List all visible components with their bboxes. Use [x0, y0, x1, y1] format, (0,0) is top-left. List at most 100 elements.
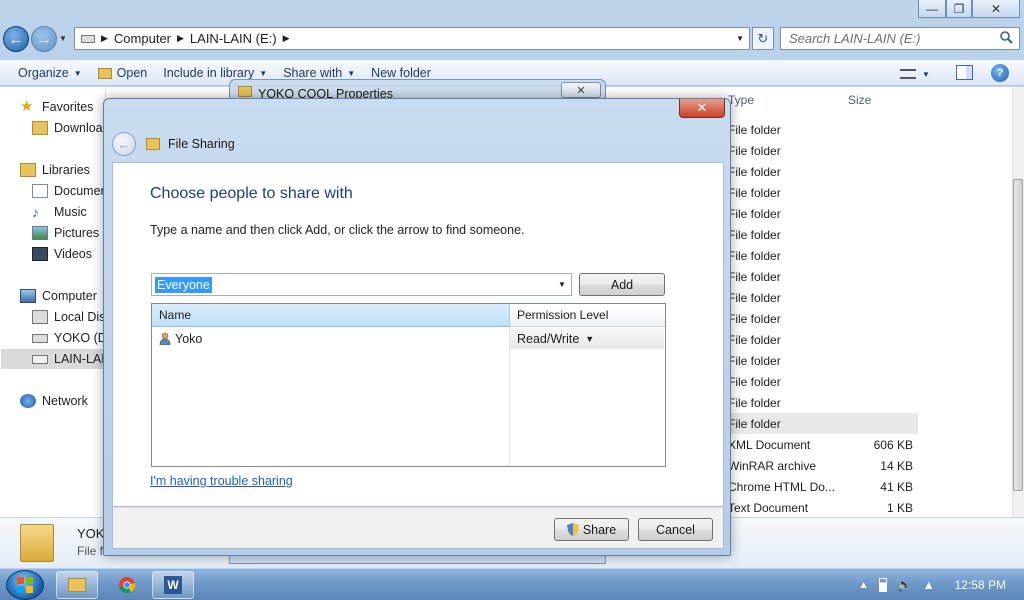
volume-icon[interactable]: 🔈	[897, 577, 913, 593]
breadcrumb-drive[interactable]: LAIN-LAIN (E:)	[190, 31, 277, 46]
user-name: Yoko	[175, 331, 203, 346]
column-size[interactable]: Size	[848, 93, 871, 107]
details-name: YOK	[77, 526, 105, 541]
file-row[interactable]: File folder	[728, 245, 918, 266]
file-type: File folder	[728, 185, 781, 200]
cancel-button[interactable]: Cancel	[638, 518, 713, 541]
clock[interactable]: 12:58 PM	[955, 578, 1006, 592]
nav-downloads[interactable]: Download	[32, 118, 110, 138]
address-box[interactable]: ▶ Computer ▶ LAIN-LAIN (E:) ▶ ▼	[74, 27, 750, 50]
organize-menu[interactable]: Organize ▼	[10, 61, 90, 85]
address-dropdown-icon[interactable]: ▼	[736, 34, 744, 43]
close-window-button[interactable]: ✕	[972, 0, 1020, 18]
close-icon: ✕	[696, 100, 708, 115]
file-row[interactable]: File folder	[728, 203, 918, 224]
column-type[interactable]: Type	[728, 93, 754, 107]
nav-videos[interactable]: Videos	[32, 244, 92, 264]
file-row[interactable]: File folder	[728, 413, 918, 434]
back-button[interactable]: ←	[3, 26, 29, 52]
show-hidden-icons-icon[interactable]: ▲	[859, 580, 869, 591]
refresh-button[interactable]: ↻	[752, 27, 774, 50]
file-row[interactable]: File folder	[728, 392, 918, 413]
recent-pages-dropdown-icon[interactable]: ▼	[59, 34, 67, 43]
nav-local-disk[interactable]: Local Disk	[32, 307, 112, 327]
documents-icon	[32, 184, 48, 198]
chevron-down-icon: ▼	[922, 69, 930, 79]
file-row[interactable]: File folder	[728, 140, 918, 161]
permissions-table: Name Permission Level Yoko Read/Write ▼	[151, 303, 666, 467]
forward-button[interactable]: →	[31, 26, 57, 52]
vertical-scrollbar[interactable]	[1012, 87, 1024, 517]
file-row[interactable]: File folder	[728, 329, 918, 350]
nav-computer[interactable]: Computer	[20, 286, 97, 306]
file-row[interactable]: File folder	[728, 224, 918, 245]
trouble-sharing-link[interactable]: I'm having trouble sharing	[150, 474, 293, 488]
start-button[interactable]	[6, 570, 44, 600]
name-combobox[interactable]: Everyone ▼	[151, 273, 572, 296]
dialog-back-button[interactable]: ←	[112, 132, 136, 156]
nav-network[interactable]: Network	[20, 391, 88, 411]
network-signal-icon[interactable]: ▲	[923, 578, 935, 592]
nav-libraries[interactable]: Libraries	[20, 160, 90, 180]
file-size: 606 KB	[873, 437, 913, 452]
chevron-down-icon: ▼	[347, 68, 356, 78]
preview-pane-button[interactable]	[956, 65, 973, 80]
file-row[interactable]: File folder	[728, 287, 918, 308]
help-button[interactable]: ?	[991, 64, 1009, 82]
file-row[interactable]: XML Document 606 KB	[728, 434, 918, 455]
share-button[interactable]: Share	[554, 518, 629, 541]
nav-lain-drive[interactable]: LAIN-LAIN	[1, 349, 114, 369]
taskbar-word-button[interactable]: W	[152, 571, 194, 599]
taskbar-explorer-button[interactable]	[56, 571, 98, 599]
file-sharing-close-button[interactable]: ✕	[679, 99, 725, 118]
file-row[interactable]: File folder	[728, 119, 918, 140]
file-row[interactable]: File folder	[728, 350, 918, 371]
help-icon: ?	[996, 67, 1004, 79]
search-input[interactable]: Search LAIN-LAIN (E:)	[780, 27, 1020, 50]
chevron-down-icon: ▼	[259, 68, 268, 78]
file-row[interactable]: File folder	[728, 182, 918, 203]
minimize-button[interactable]: —	[918, 0, 946, 18]
file-row[interactable]: WinRAR archive 14 KB	[728, 455, 918, 476]
pictures-icon	[32, 226, 48, 240]
star-icon: ★	[20, 98, 34, 115]
search-icon[interactable]	[1000, 31, 1013, 44]
battery-icon[interactable]	[878, 578, 887, 592]
folder-icon	[238, 86, 252, 97]
file-row[interactable]: Text Document 1 KB	[728, 497, 918, 518]
file-type: WinRAR archive	[728, 458, 817, 473]
file-type: File folder	[728, 332, 781, 347]
permission-level-dropdown[interactable]: Read/Write ▼	[510, 328, 664, 349]
nav-documents[interactable]: Documen	[32, 181, 108, 201]
file-row[interactable]: File folder	[728, 161, 918, 182]
file-sharing-icon	[146, 138, 160, 150]
nav-pictures[interactable]: Pictures	[32, 223, 99, 243]
file-row[interactable]: Chrome HTML Do... 41 KB	[728, 476, 918, 497]
back-arrow-icon: ←	[8, 30, 24, 48]
chevron-down-icon[interactable]: ▼	[555, 276, 569, 293]
taskbar-chrome-button[interactable]	[106, 571, 148, 599]
nav-label: Music	[54, 205, 87, 219]
breadcrumb-computer[interactable]: Computer	[114, 31, 171, 46]
nav-label: Computer	[42, 289, 97, 303]
properties-close-button[interactable]: ✕	[561, 82, 601, 98]
scroll-thumb[interactable]	[1013, 179, 1023, 491]
file-row[interactable]: File folder	[728, 266, 918, 287]
file-type: File folder	[728, 227, 781, 242]
file-sharing-dialog: ✕ ← File Sharing Choose people to share …	[103, 98, 731, 556]
file-row[interactable]: File folder	[728, 371, 918, 392]
open-button[interactable]: Open	[90, 61, 156, 85]
column-permission-level[interactable]: Permission Level	[510, 304, 665, 327]
chrome-icon	[119, 577, 136, 594]
nav-favorites[interactable]: ★ Favorites	[20, 97, 93, 117]
nav-music[interactable]: ♪ Music	[32, 202, 87, 222]
view-options-button[interactable]: ▼	[900, 66, 940, 82]
maximize-button[interactable]: ❐	[946, 0, 972, 18]
name-input-value[interactable]: Everyone	[155, 276, 212, 293]
add-button[interactable]: Add	[579, 273, 665, 296]
details-kind: File f	[77, 544, 104, 558]
share-heading: Choose people to share with	[150, 185, 353, 202]
table-row[interactable]: Yoko Read/Write ▼	[153, 328, 664, 349]
file-row[interactable]: File folder	[728, 308, 918, 329]
column-name[interactable]: Name	[152, 304, 510, 327]
